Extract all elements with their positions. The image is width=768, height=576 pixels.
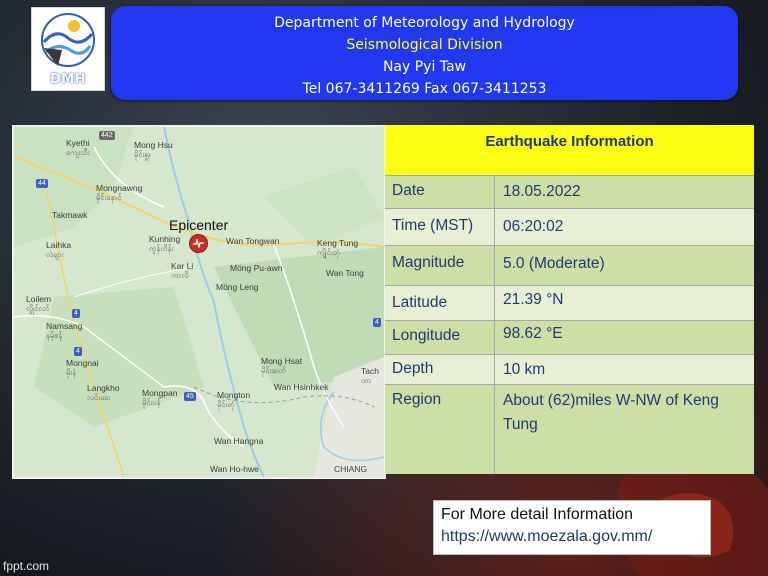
more-info-title: For More detail Information — [441, 506, 634, 523]
place-chiang: CHIANG — [334, 464, 368, 474]
place-langkho: Langkho လင်းခေး — [87, 383, 120, 403]
department-name: Department of Meteorology and Hydrology — [274, 15, 575, 31]
column-divider — [494, 175, 495, 474]
place-namsang: Namsang နမ့်စန် — [46, 321, 83, 341]
earthquake-info-table: Earthquake Information Date 18.05.2022 T… — [385, 125, 754, 474]
location: Nay Pyi Taw — [382, 59, 467, 75]
info-row-longitude: Longitude 98.62 °E — [385, 320, 754, 355]
info-label: Time (MST) — [392, 217, 474, 234]
info-row-latitude: Latitude 21.39 °N — [385, 285, 754, 321]
epicenter-marker-icon — [189, 234, 208, 253]
info-row-date: Date 18.05.2022 — [385, 175, 754, 209]
place-wan-tong: Wan Tong — [326, 268, 364, 278]
info-value: 5.0 (Moderate) — [503, 255, 605, 272]
route-shield: 4 — [373, 318, 381, 327]
info-row-region: Region About (62)miles W-NW of Keng Tung — [385, 384, 754, 475]
info-label: Depth — [392, 360, 434, 377]
info-row-time: Time (MST) 06:20:02 — [385, 208, 754, 246]
more-info-box: For More detail Information https://www.… — [433, 500, 711, 555]
logo-emblem-icon — [41, 13, 95, 67]
route-shield: 442 — [99, 131, 115, 140]
info-row-magnitude: Magnitude 5.0 (Moderate) — [385, 245, 754, 286]
logo-text: DMH — [49, 72, 87, 87]
place-wan-tongwan: Wan Tongwan — [226, 236, 280, 246]
dmh-logo: DMH — [31, 7, 105, 91]
place-wan-hsinhkek: Wan Hsinhkek — [274, 382, 329, 392]
route-shield: 44 — [36, 179, 48, 188]
info-label: Region — [392, 391, 442, 408]
contact-numbers: Tel 067-3411269 Fax 067-3411253 — [302, 81, 547, 97]
info-title: Earthquake Information — [485, 133, 654, 150]
epicenter-map: Kyethi ကျေးသီး Mong Hsu မိုင်းရှူး Mongnaw… — [12, 125, 386, 479]
place-mongnai: Mongnai မိုးနဲ — [66, 358, 99, 378]
map-terrain — [14, 127, 384, 477]
division-name: Seismological Division — [346, 37, 503, 53]
info-value: About (62)miles W-NW of Keng Tung — [503, 392, 719, 433]
epicenter-label: Epicenter — [169, 217, 229, 233]
place-mong-pu-awn: Möng Pu-awn — [230, 263, 283, 273]
info-value: 98.62 °E — [503, 325, 563, 342]
place-takmawk: Takmawk — [52, 210, 88, 220]
info-value: 18.05.2022 — [503, 183, 581, 200]
place-keng-tung: Keng Tung ကျိုင်းတုံ — [317, 238, 359, 258]
place-mongpan: Mongpan မိုင်းပန် — [142, 388, 178, 408]
info-label: Latitude — [392, 294, 448, 311]
place-laihka: Laihka လဲချား — [46, 240, 72, 260]
place-mong-hsat: Mong Hsat မိုင်းဆတ် — [261, 356, 303, 376]
info-row-depth: Depth 10 km — [385, 354, 754, 385]
place-wan-hangna: Wan Hangna — [214, 436, 264, 446]
footer-watermark: fppt.com — [3, 559, 50, 573]
place-kyethi: Kyethi ကျေးသီး — [66, 138, 90, 158]
info-title-bar: Earthquake Information — [385, 125, 754, 175]
place-kar-li: Kar Li ကာလိ — [171, 261, 194, 281]
info-label: Magnitude — [392, 254, 465, 271]
info-label: Date — [392, 182, 425, 199]
place-mongton: Mongton မိုင်းတုံ — [217, 390, 251, 410]
place-loilem: Loilem လွိုင်လင် — [26, 294, 52, 314]
place-mong-leng: Möng Leng — [216, 282, 259, 292]
info-value: 06:20:02 — [503, 218, 564, 235]
place-mong-hsu: Mong Hsu မိုင်းရှူး — [134, 140, 173, 160]
place-tach: Tach ထာ — [361, 366, 379, 386]
header-banner: Department of Meteorology and Hydrology … — [111, 6, 738, 100]
info-label: Longitude — [392, 327, 461, 344]
info-value: 10 km — [503, 361, 546, 378]
website-link[interactable]: https://www.moezala.gov.mm/ — [441, 528, 652, 546]
route-shield: 45 — [184, 392, 196, 401]
route-shield: 4 — [74, 347, 82, 356]
place-kunhing: Kunhing ကွန်ဟိန်း — [149, 234, 181, 254]
place-mongnawng: Mongnawng မိုင်းနောင် — [96, 183, 143, 203]
info-value: 21.39 °N — [503, 291, 564, 308]
route-shield: 4 — [72, 309, 80, 318]
place-wan-ho-hwe: Wan Ho-hwe — [210, 464, 259, 474]
